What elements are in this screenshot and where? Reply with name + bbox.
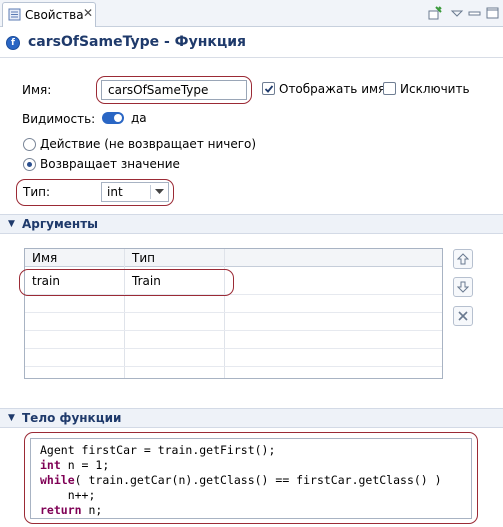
row-divider	[25, 330, 442, 331]
body-section-header[interactable]: ▼ Тело функции	[0, 408, 503, 428]
type-value: int	[107, 185, 123, 199]
keyword: int	[40, 458, 61, 472]
code-line: n++;	[40, 488, 96, 502]
name-label: Имя:	[22, 83, 52, 97]
code-text: ( train.getCar(n).getClass() == firstCar…	[74, 473, 442, 487]
delete-x-icon	[458, 311, 468, 321]
action-radio-label: Действие (не возвращает ничего)	[40, 137, 257, 151]
collapse-arrow-icon: ▼	[8, 413, 15, 423]
code-text: n = 1;	[60, 458, 110, 472]
arguments-section-header[interactable]: ▼ Аргументы	[0, 214, 503, 234]
name-value: carsOfSameType	[108, 83, 209, 97]
code-line: while( train.getCar(n).getClass() == fir…	[40, 473, 442, 488]
arguments-section-title: Аргументы	[22, 217, 99, 231]
row-highlight	[19, 269, 234, 296]
arguments-table: Имя Тип train Train	[24, 248, 443, 379]
tab-properties[interactable]: Свойства ✕	[2, 2, 96, 27]
function-body-editor[interactable]: Agent firstCar = train.getFirst(); int n…	[30, 438, 472, 519]
type-select[interactable]: int	[101, 182, 169, 202]
keyword: return	[40, 503, 82, 517]
arrow-up-icon	[456, 253, 470, 265]
arrow-down-icon	[456, 281, 470, 293]
select-divider	[150, 185, 151, 199]
move-down-button[interactable]	[453, 277, 473, 297]
body-section-title: Тело функции	[22, 411, 122, 425]
column-header-name: Имя	[32, 251, 58, 265]
show-name-label: Отображать имя	[279, 82, 386, 96]
row-divider	[25, 366, 442, 367]
column-header-type: Тип	[132, 251, 155, 265]
pin-icon[interactable]	[427, 5, 443, 21]
chevron-down-icon	[155, 189, 164, 194]
tab-bar: Свойства ✕	[0, 0, 503, 27]
maximize-icon[interactable]	[485, 5, 501, 21]
minimize-icon[interactable]	[467, 5, 483, 21]
code-line: int n = 1;	[40, 458, 109, 473]
code-line: return n;	[40, 503, 102, 518]
function-icon: f	[6, 36, 20, 50]
delete-button[interactable]	[453, 306, 473, 326]
visibility-toggle[interactable]	[102, 112, 124, 124]
returns-radio-label: Возвращает значение	[40, 157, 180, 171]
collapse-arrow-icon: ▼	[8, 219, 15, 229]
visibility-value: да	[131, 111, 147, 125]
type-label: Тип:	[23, 185, 51, 199]
code-line: Agent firstCar = train.getFirst();	[40, 443, 276, 457]
name-input[interactable]: carsOfSameType	[101, 80, 247, 100]
code-text: n;	[81, 503, 103, 517]
returns-radio[interactable]	[23, 158, 36, 171]
row-divider	[25, 348, 442, 349]
properties-icon	[8, 8, 21, 21]
show-name-checkbox[interactable]	[262, 82, 275, 95]
action-radio[interactable]	[23, 138, 36, 151]
move-up-button[interactable]	[453, 249, 473, 269]
keyword: while	[40, 473, 75, 487]
tab-label: Свойства	[25, 8, 84, 22]
exclude-checkbox[interactable]	[383, 82, 396, 95]
check-icon	[264, 85, 274, 93]
page-title: carsOfSameType - Функция	[28, 34, 247, 50]
row-divider	[25, 312, 442, 313]
visibility-label: Видимость:	[22, 112, 96, 126]
editor-header: f carsOfSameType - Функция	[0, 28, 503, 58]
exclude-label: Исключить	[400, 82, 470, 96]
view-menu-icon[interactable]	[449, 5, 465, 21]
close-icon[interactable]: ✕	[83, 6, 93, 20]
table-header: Имя Тип	[25, 249, 442, 267]
